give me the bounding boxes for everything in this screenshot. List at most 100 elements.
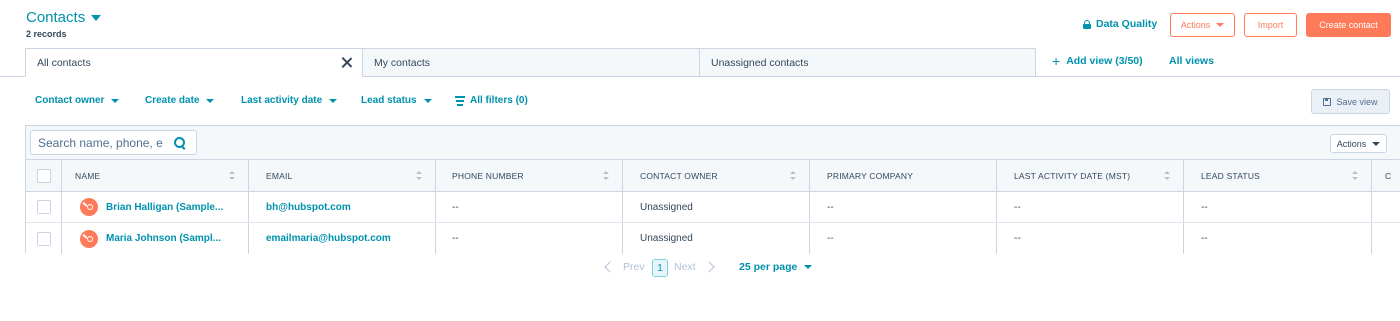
table-actions-label: Actions: [1336, 138, 1367, 149]
tab-all-contacts[interactable]: All contacts: [25, 48, 363, 77]
save-icon: [1323, 97, 1332, 106]
caret-down-icon: [423, 98, 432, 103]
column-header-primary-company[interactable]: PRIMARY COMPANY: [810, 160, 997, 191]
lead-status-cell: --: [1184, 192, 1372, 222]
column-header-last-activity-date[interactable]: LAST ACTIVITY DATE (MST): [997, 160, 1184, 191]
filter-create-date[interactable]: Create date: [145, 95, 215, 106]
per-page-dropdown[interactable]: 25 per page: [739, 261, 813, 273]
tab-label: My contacts: [374, 56, 431, 69]
owner-cell: Unassigned: [623, 192, 810, 222]
table-row: Brian Halligan (Sample... bh@hubspot.com…: [26, 192, 1400, 223]
caret-down-icon: [111, 98, 120, 103]
page-title-dropdown[interactable]: Contacts: [26, 9, 102, 26]
data-quality-label: Data Quality: [1096, 18, 1158, 30]
chevron-right-icon: [702, 261, 715, 273]
prev-label: Prev: [623, 261, 645, 273]
column-header-lead-status[interactable]: LEAD STATUS: [1184, 160, 1372, 191]
actions-button[interactable]: Actions: [1170, 13, 1235, 37]
all-filters-label: All filters (0): [470, 95, 528, 106]
column-header-label: PHONE NUMBER: [452, 170, 524, 181]
filter-contact-owner[interactable]: Contact owner: [35, 95, 120, 106]
caret-down-icon: [206, 98, 215, 103]
lead-status-cell: --: [1184, 223, 1372, 254]
name-cell: Maria Johnson (Sampl...: [62, 223, 249, 254]
phone-cell: --: [436, 192, 623, 222]
email-cell: emailmaria@hubspot.com: [249, 223, 436, 254]
hubspot-avatar-icon: [80, 229, 98, 248]
tab-my-contacts[interactable]: My contacts: [362, 48, 700, 77]
filter-label: Last activity date: [241, 95, 323, 106]
partial-cell: [1372, 192, 1400, 222]
row-checkbox[interactable]: [36, 231, 51, 246]
pagination: Prev 1 Next 25 per page: [0, 259, 1400, 277]
column-header-label: CONTACT OWNER: [640, 170, 718, 181]
caret-down-icon: [329, 98, 338, 103]
column-header-label: PRIMARY COMPANY: [827, 170, 914, 181]
caret-down-icon: [1372, 141, 1381, 146]
filter-last-activity-date[interactable]: Last activity date: [241, 95, 338, 106]
row-select-cell: [26, 192, 62, 222]
chevron-left-icon: [604, 261, 616, 273]
tab-unassigned-contacts[interactable]: Unassigned contacts: [699, 48, 1036, 77]
tab-label: Unassigned contacts: [711, 56, 809, 69]
sort-icon[interactable]: [1352, 171, 1358, 181]
filter-label: Contact owner: [35, 95, 105, 106]
create-contact-button[interactable]: Create contact: [1306, 13, 1391, 37]
row-select-cell: [26, 223, 62, 254]
name-cell: Brian Halligan (Sample...: [62, 192, 249, 222]
table-header-row: NAME EMAIL PHONE NUMBER CONTACT OWNER PR…: [26, 160, 1400, 192]
email-link[interactable]: bh@hubspot.com: [266, 202, 351, 213]
search-input[interactable]: [31, 131, 169, 154]
last-activity-cell: --: [997, 192, 1184, 222]
column-header-name[interactable]: NAME: [62, 160, 249, 191]
filter-label: Create date: [145, 95, 200, 106]
save-view-button[interactable]: Save view: [1311, 89, 1390, 114]
save-view-label: Save view: [1336, 96, 1378, 107]
row-checkbox[interactable]: [36, 200, 51, 214]
all-views-link[interactable]: All views: [1169, 55, 1214, 67]
sort-icon[interactable]: [416, 171, 422, 181]
phone-cell: --: [436, 223, 623, 254]
sort-icon[interactable]: [603, 171, 609, 181]
sort-icon[interactable]: [1164, 171, 1170, 181]
close-icon[interactable]: [341, 57, 352, 68]
table-row: Maria Johnson (Sampl... emailmaria@hubsp…: [26, 223, 1400, 254]
table-toolbar: Actions: [26, 126, 1400, 160]
page-title: Contacts: [26, 9, 86, 26]
prev-page-button[interactable]: Prev: [604, 261, 645, 273]
search-icon[interactable]: [174, 137, 186, 149]
plus-icon: +: [1052, 53, 1061, 69]
column-header-label: LAST ACTIVITY DATE (MST): [1014, 170, 1131, 181]
add-view-label: Add view (3/50): [1066, 55, 1143, 67]
tab-label: All contacts: [37, 56, 91, 69]
caret-down-icon: [1216, 23, 1225, 27]
partial-cell: [1372, 223, 1400, 254]
page-number-button[interactable]: 1: [652, 259, 668, 277]
column-header-label: EMAIL: [266, 170, 293, 181]
data-quality-link[interactable]: Data Quality: [1083, 18, 1157, 30]
next-label: Next: [674, 261, 696, 273]
column-header-contact-owner[interactable]: CONTACT OWNER: [623, 160, 810, 191]
column-header-partial[interactable]: C: [1372, 160, 1400, 191]
actions-button-label: Actions: [1180, 20, 1211, 30]
record-count: 2 records: [26, 29, 67, 39]
column-header-label: NAME: [75, 170, 101, 181]
column-header-label: LEAD STATUS: [1201, 170, 1261, 181]
import-button[interactable]: Import: [1244, 13, 1297, 37]
filter-lead-status[interactable]: Lead status: [361, 95, 432, 106]
lock-icon: [1083, 19, 1091, 29]
column-header-phone-number[interactable]: PHONE NUMBER: [436, 160, 623, 191]
contact-name-link[interactable]: Maria Johnson (Sampl...: [106, 233, 221, 244]
contact-name-link[interactable]: Brian Halligan (Sample...: [106, 202, 223, 213]
next-page-button[interactable]: Next: [674, 261, 715, 273]
chevron-down-icon: [91, 14, 102, 21]
sort-icon[interactable]: [790, 171, 796, 181]
email-link[interactable]: emailmaria@hubspot.com: [266, 233, 391, 244]
add-view-button[interactable]: + Add view (3/50): [1052, 53, 1143, 69]
all-filters-button[interactable]: All filters (0): [455, 95, 528, 106]
filter-label: Lead status: [361, 95, 417, 106]
table-actions-button[interactable]: Actions: [1330, 134, 1387, 153]
select-all-checkbox[interactable]: [36, 168, 51, 183]
sort-icon[interactable]: [229, 171, 235, 181]
column-header-email[interactable]: EMAIL: [249, 160, 436, 191]
